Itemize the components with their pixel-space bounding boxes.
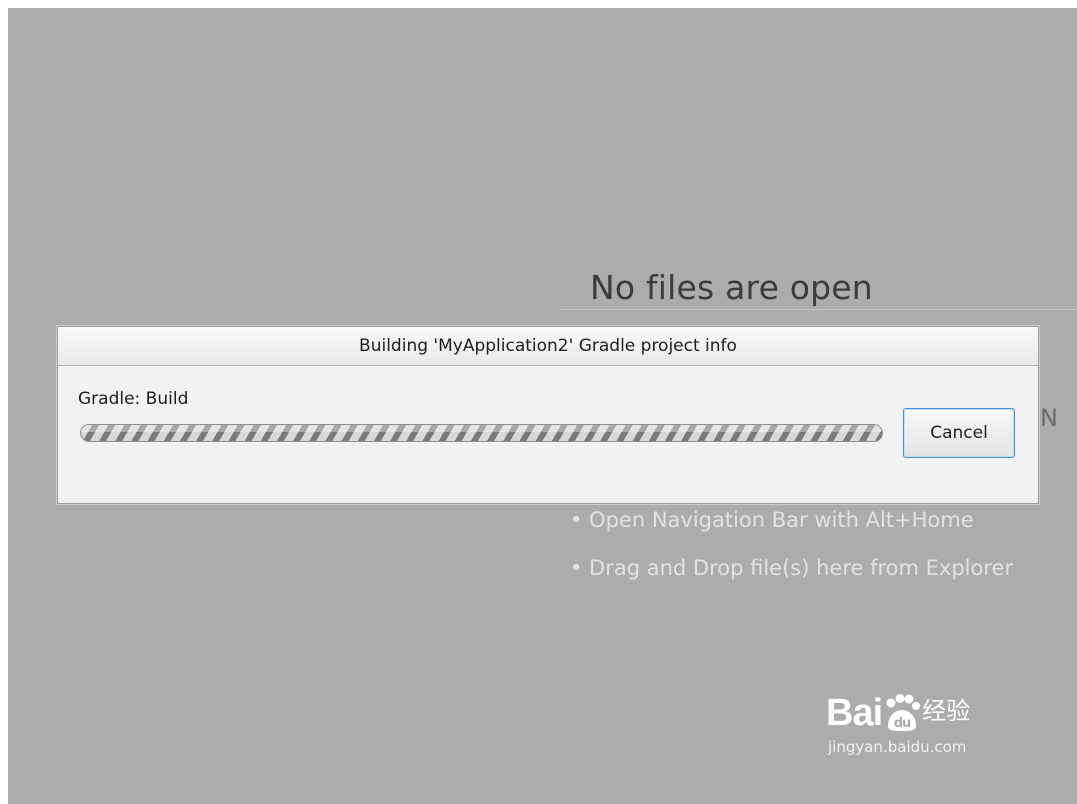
logo-text-jingyan: 经验 [922, 698, 971, 725]
paw-icon: du [882, 694, 922, 732]
divider [560, 309, 1077, 310]
truncated-hint-text: N [1040, 404, 1058, 432]
logo-text-bai: Bai [826, 692, 883, 734]
task-label: Gradle: Build [78, 389, 189, 409]
svg-text:du: du [894, 716, 911, 731]
gradle-build-dialog: Building 'MyApplication2' Gradle project… [57, 326, 1039, 504]
watermark-url: jingyan.baidu.com [828, 738, 967, 756]
progress-bar [80, 424, 883, 442]
baidu-jingyan-watermark: Bai du 经验 jingyan.baidu.com [826, 694, 970, 756]
dialog-title: Building 'MyApplication2' Gradle project… [58, 327, 1038, 366]
empty-editor-title: No files are open [590, 268, 873, 307]
cancel-button[interactable]: Cancel [903, 408, 1015, 458]
progress-bar-sheen [81, 425, 882, 432]
hint-navigation-bar: • Open Navigation Bar with Alt+Home [570, 508, 974, 532]
watermark-logo: Bai du 经验 [826, 694, 970, 732]
hint-drag-drop: • Drag and Drop file(s) here from Explor… [570, 556, 1014, 580]
